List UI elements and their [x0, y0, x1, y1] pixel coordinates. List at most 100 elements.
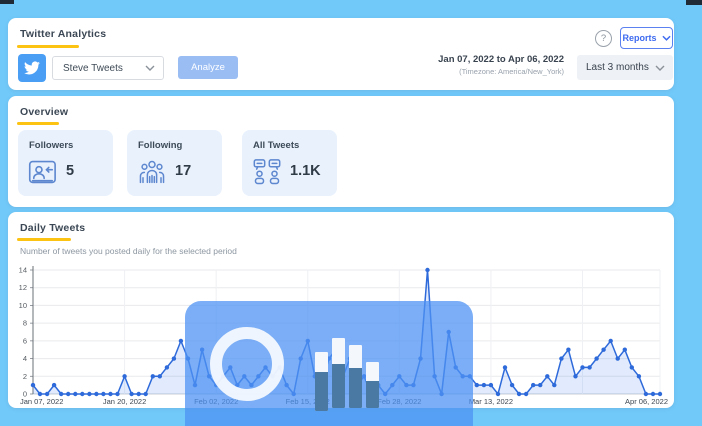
stat-label: Following: [138, 140, 183, 151]
data-point: [622, 347, 627, 352]
data-point: [73, 391, 78, 397]
window-corner-left: [0, 0, 14, 4]
data-point: [171, 356, 177, 361]
data-point: [552, 382, 557, 388]
data-point: [636, 374, 642, 379]
y-axis-label: 2: [23, 372, 27, 381]
data-point: [164, 365, 170, 370]
data-point: [101, 391, 106, 397]
data-point: [115, 391, 120, 397]
overview-title: Overview: [20, 106, 69, 118]
data-point: [178, 338, 184, 344]
y-axis-label: 12: [19, 283, 27, 292]
data-point: [516, 391, 522, 397]
data-point: [495, 391, 501, 397]
stat-card-followers: Followers 5: [18, 130, 113, 196]
stat-value: 17: [175, 163, 192, 179]
stat-label: Followers: [29, 140, 74, 151]
bar-chart-icon: [332, 338, 345, 408]
x-axis-label: Mar 13, 2022: [469, 397, 513, 406]
account-select[interactable]: Steve Tweets: [52, 56, 164, 80]
data-point: [643, 391, 649, 397]
overview-title-underline: [17, 122, 59, 125]
data-point: [474, 382, 479, 388]
data-point: [108, 391, 113, 397]
reports-button-label: Reports: [622, 33, 657, 43]
data-point: [601, 347, 606, 352]
watermark-overlay: [185, 301, 473, 426]
x-axis-label: Apr 06, 2022: [625, 397, 668, 406]
data-point: [502, 365, 508, 370]
tab-twitter-analytics[interactable]: Twitter Analytics: [20, 28, 106, 40]
app-window: Twitter Analytics Steve Tweets Analyze ?…: [0, 0, 702, 426]
data-point: [150, 374, 155, 379]
bar-chart-icon: [366, 362, 379, 408]
bar-chart-icon: [315, 352, 328, 411]
follower-badge-icon: [28, 158, 58, 191]
overview-card: Overview Followers 5 Following 17 All Tw…: [8, 96, 674, 207]
data-point: [122, 374, 127, 379]
active-tab-underline: [17, 45, 79, 48]
people-group-icon: [137, 158, 167, 191]
chevron-down-icon: [661, 35, 671, 41]
data-point: [481, 382, 487, 388]
period-select-value: Last 3 months: [586, 62, 649, 73]
stat-card-all-tweets: All Tweets 1.1K: [242, 130, 337, 196]
data-point: [129, 391, 134, 397]
twitter-logo-icon: [18, 54, 46, 82]
stat-value: 5: [66, 163, 75, 179]
data-point: [488, 382, 494, 388]
stat-label: All Tweets: [253, 140, 300, 151]
data-point: [425, 267, 430, 273]
chevron-down-icon: [145, 65, 155, 71]
y-axis-label: 10: [19, 301, 27, 310]
data-point: [157, 374, 162, 379]
ring-icon: [210, 327, 284, 401]
stat-value: 1.1K: [290, 163, 321, 179]
analyze-button[interactable]: Analyze: [178, 56, 238, 79]
y-axis-label: 8: [23, 319, 27, 328]
data-point: [509, 382, 515, 388]
data-point: [573, 374, 578, 379]
data-point: [80, 391, 85, 397]
data-point: [87, 391, 92, 397]
date-range-block: Jan 07, 2022 to Apr 06, 2022 (Timezone: …: [438, 54, 564, 76]
data-point: [587, 365, 592, 370]
data-point: [59, 391, 64, 397]
data-point: [51, 382, 57, 388]
data-point: [44, 391, 50, 397]
data-point: [30, 382, 36, 388]
date-range-text: Jan 07, 2022 to Apr 06, 2022: [438, 54, 564, 65]
data-point: [615, 356, 620, 361]
data-point: [650, 391, 656, 397]
data-point: [629, 365, 634, 370]
data-point: [136, 391, 141, 397]
window-corner-right: [686, 0, 702, 5]
reports-button[interactable]: Reports: [620, 27, 673, 49]
help-icon[interactable]: ?: [595, 30, 612, 47]
data-point: [37, 391, 43, 397]
data-point: [559, 356, 564, 361]
bar-chart-icon: [349, 345, 362, 408]
data-point: [608, 338, 613, 344]
account-select-value: Steve Tweets: [63, 62, 123, 74]
period-select[interactable]: Last 3 months: [577, 55, 673, 80]
data-point: [538, 382, 543, 388]
data-point: [94, 391, 99, 397]
y-axis-label: 6: [23, 336, 27, 345]
y-axis-label: 4: [23, 354, 27, 363]
data-point: [143, 391, 148, 397]
data-point: [580, 365, 585, 370]
chevron-down-icon: [655, 65, 665, 71]
x-axis-label: Jan 20, 2022: [103, 397, 146, 406]
data-point: [523, 391, 529, 397]
y-axis-label: 14: [19, 266, 27, 275]
timezone-text: (Timezone: America/New_York): [459, 67, 564, 76]
data-point: [657, 391, 663, 397]
x-axis-label: Jan 07, 2022: [20, 397, 63, 406]
data-point: [594, 356, 599, 361]
data-point: [566, 347, 571, 352]
data-point: [545, 374, 550, 379]
header-card: Twitter Analytics Steve Tweets Analyze ?…: [8, 18, 674, 90]
data-point: [531, 382, 536, 388]
